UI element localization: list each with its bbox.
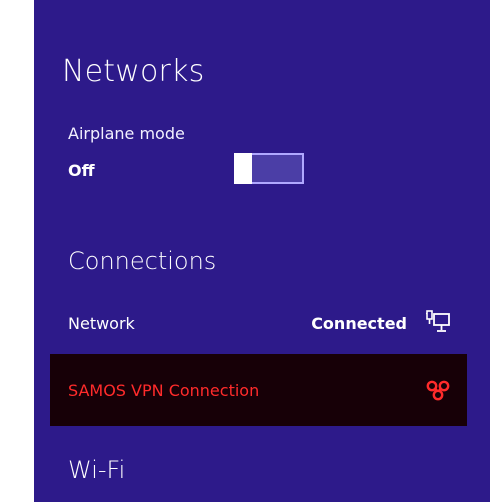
airplane-mode-state: Off [68,161,95,180]
airplane-mode-label: Airplane mode [68,124,185,143]
connections-header: Connections [68,247,217,275]
panel-title: Networks [62,54,205,89]
connection-name: Network [68,313,135,333]
connection-status: Connected [311,313,407,333]
toggle-thumb[interactable] [234,153,252,184]
vpn-connection-name: SAMOS VPN Connection [68,380,260,400]
connection-item-network[interactable]: Network Connected [50,292,467,354]
networks-panel: Networks Airplane mode Off Connections N… [34,0,490,502]
connection-item-vpn[interactable]: SAMOS VPN Connection [50,354,467,426]
wired-network-icon [425,310,451,336]
vpn-icon [425,377,451,403]
wifi-header: Wi-Fi [68,456,126,484]
airplane-mode-toggle[interactable] [234,153,304,184]
